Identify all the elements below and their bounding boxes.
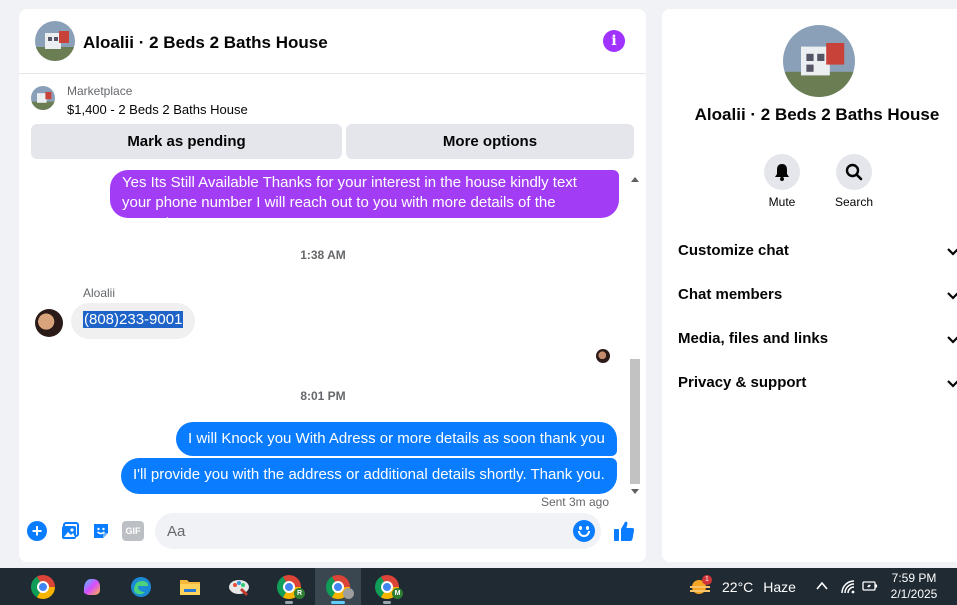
message-list[interactable]: Yes Its Still Available Thanks for your … — [19, 169, 627, 509]
timestamp-separator: 1:38 AM — [300, 248, 346, 262]
section-privacy-support[interactable]: Privacy & support — [678, 374, 957, 398]
sender-name: Aloalii — [83, 286, 116, 300]
taskbar-chrome-profile-r-icon[interactable]: R — [266, 568, 312, 605]
listing-avatar[interactable] — [35, 21, 75, 61]
chat-header: Aloalii · 2 Beds 2 Baths House i — [19, 9, 646, 74]
incoming-message[interactable]: (808)233-9001 — [71, 303, 196, 339]
more-options-button[interactable]: More options — [346, 124, 634, 159]
chevron-down-icon — [947, 336, 957, 344]
haze-weather-icon: 1 — [690, 574, 712, 597]
delivery-status: Sent 3m ago — [540, 495, 609, 509]
windows-taskbar: R M 1 22°C Haze 7:59 PM 2/1/2025 — [0, 568, 957, 605]
outgoing-message[interactable]: Yes Its Still Available Thanks for your … — [110, 170, 619, 231]
listing-card[interactable]: Marketplace $1,400 - 2 Beds 2 Baths Hous… — [19, 74, 646, 124]
message-scrollbar[interactable] — [628, 171, 642, 501]
search-button[interactable]: Search — [824, 154, 884, 209]
taskbar-chrome-profile-m-icon[interactable]: M — [364, 568, 410, 605]
seen-indicator-avatar — [596, 349, 610, 363]
mark-as-pending-button[interactable]: Mark as pending — [31, 124, 342, 159]
listing-thumbnail — [31, 86, 55, 110]
listing-price-title: $1,400 - 2 Beds 2 Baths House — [67, 102, 248, 117]
scroll-down-arrow-icon[interactable] — [631, 489, 639, 494]
thumbs-up-icon[interactable] — [612, 519, 636, 543]
chevron-down-icon — [947, 248, 957, 256]
outgoing-message[interactable]: I'll provide you with the address or add… — [121, 458, 617, 494]
plus-icon[interactable]: + — [27, 521, 47, 541]
scroll-thumb[interactable] — [630, 359, 640, 484]
scroll-up-arrow-icon[interactable] — [631, 177, 639, 182]
battery-icon[interactable] — [862, 579, 878, 598]
search-label: Search — [834, 195, 874, 209]
weather-notification-badge: 1 — [702, 574, 712, 585]
outgoing-message[interactable]: I will Knock you With Adress or more det… — [176, 422, 617, 456]
chevron-down-icon — [947, 292, 957, 300]
system-clock[interactable]: 7:59 PM 2/1/2025 — [880, 570, 948, 602]
conversation-title[interactable]: Aloalii · 2 Beds 2 Baths House — [83, 33, 328, 53]
message-input[interactable] — [155, 513, 601, 549]
timestamp-separator: 8:01 PM — [300, 389, 346, 403]
search-icon — [845, 163, 863, 181]
taskbar-edge-icon[interactable] — [118, 568, 164, 605]
sticker-icon[interactable] — [91, 521, 111, 541]
gif-icon[interactable]: GIF — [122, 521, 144, 541]
selected-phone-number[interactable]: (808)233-9001 — [83, 311, 184, 328]
wifi-icon[interactable] — [840, 579, 856, 600]
chat-panel: Aloalii · 2 Beds 2 Baths House i Marketp… — [19, 9, 646, 562]
photo-icon[interactable] — [60, 521, 80, 541]
info-title: Aloalii · 2 Beds 2 Baths House — [694, 105, 940, 124]
sender-avatar[interactable] — [35, 309, 63, 337]
taskbar-paint-icon[interactable] — [216, 568, 262, 605]
section-media-files-links[interactable]: Media, files and links — [678, 330, 957, 354]
section-customize-chat[interactable]: Customize chat — [678, 242, 957, 266]
mute-label: Mute — [768, 195, 796, 209]
info-button[interactable]: i — [603, 30, 625, 52]
taskbar-copilot-icon[interactable] — [69, 568, 115, 605]
info-avatar — [783, 25, 855, 97]
listing-source: Marketplace — [67, 84, 133, 98]
info-icon: i — [611, 33, 617, 49]
clock-date: 2/1/2025 — [890, 587, 938, 601]
emoji-icon[interactable] — [573, 520, 595, 542]
section-chat-members[interactable]: Chat members — [678, 286, 957, 310]
chevron-down-icon — [947, 380, 957, 388]
taskbar-chrome-icon[interactable] — [20, 568, 66, 605]
weather-condition: Haze — [763, 578, 796, 595]
weather-widget[interactable]: 1 22°C Haze — [690, 568, 796, 605]
clock-time: 7:59 PM — [891, 571, 937, 585]
taskbar-chrome-active-icon[interactable] — [315, 568, 361, 605]
conversation-info-panel: Aloalii · 2 Beds 2 Baths House Mute Sear… — [662, 9, 957, 562]
chevron-up-icon[interactable] — [815, 579, 829, 598]
bell-icon — [775, 164, 789, 181]
taskbar-file-explorer-icon[interactable] — [167, 568, 213, 605]
weather-temperature: 22°C — [722, 578, 754, 595]
message-composer: + GIF — [19, 509, 646, 562]
mute-button[interactable]: Mute — [752, 154, 812, 209]
